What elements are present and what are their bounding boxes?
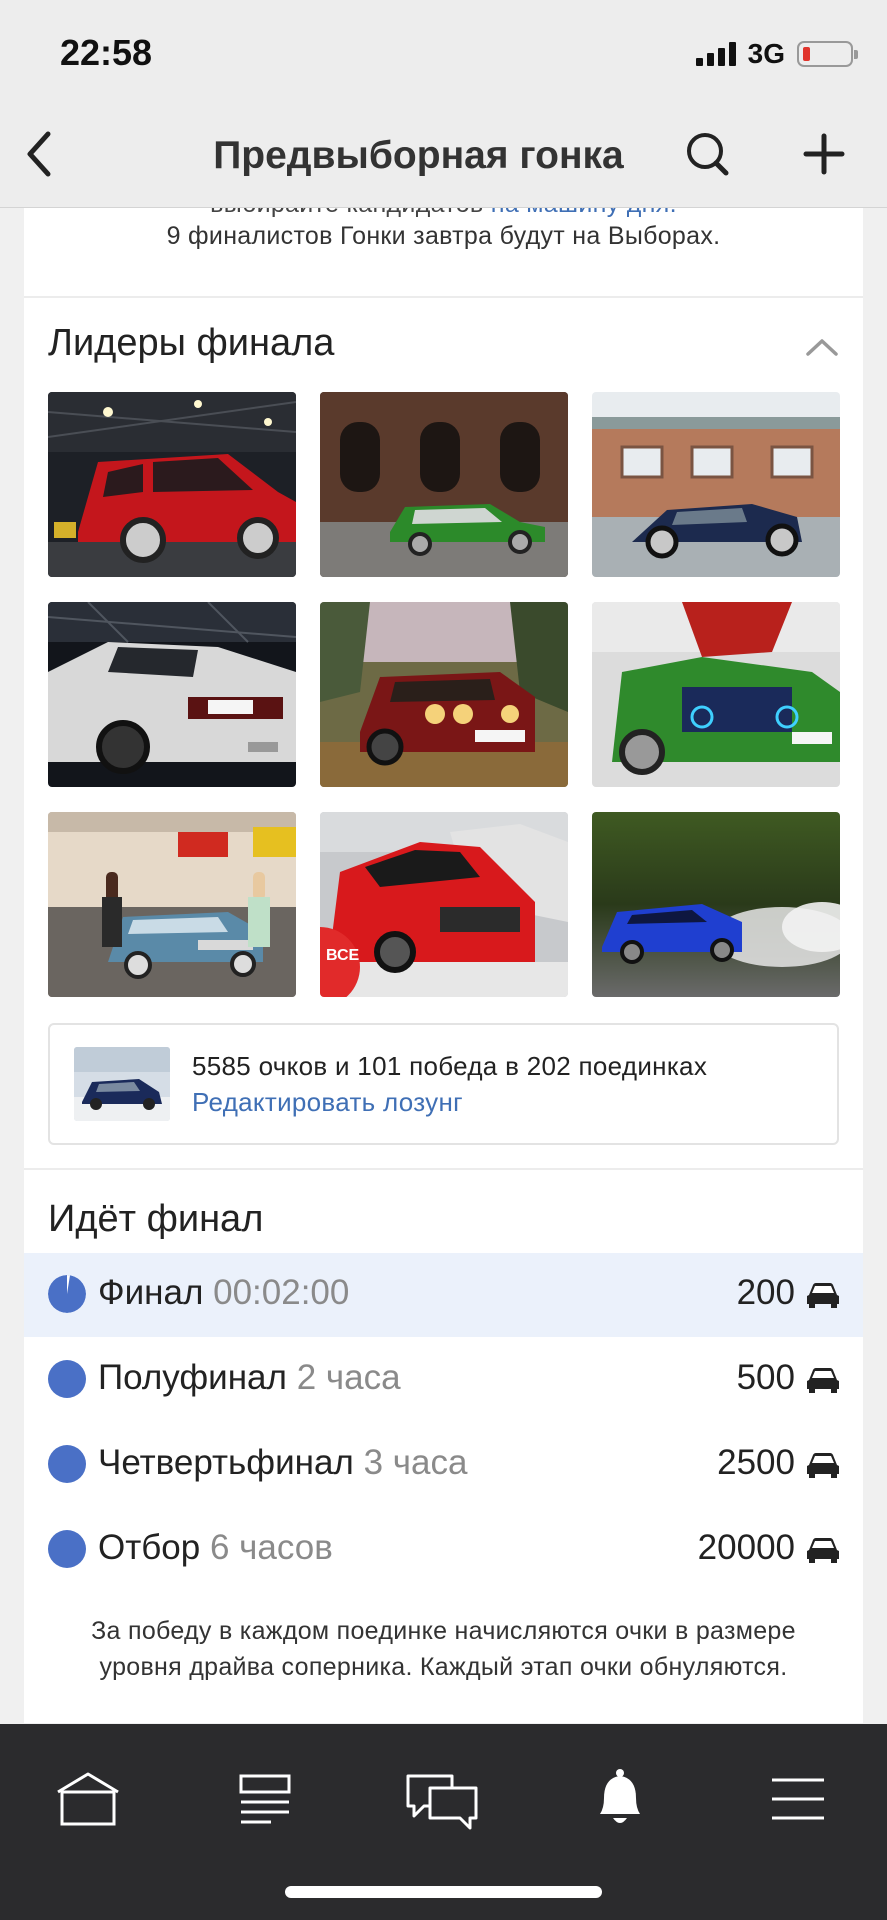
car-icon: [807, 1453, 839, 1478]
leader-photo-1[interactable]: [48, 392, 296, 577]
stage-name: Отбор 6 часов: [98, 1528, 333, 1568]
stage-row-final[interactable]: Финал 00:02:00 200: [24, 1253, 863, 1337]
car-icon: [807, 1368, 839, 1393]
intro-text: выбирайте кандидатов на машину дня. 9 фи…: [24, 208, 863, 296]
scoring-note-line1: За победу в каждом поединке начисляются …: [91, 1617, 796, 1645]
stage-label: Четвертьфинал: [98, 1443, 354, 1482]
scoring-note: За победу в каждом поединке начисляются …: [24, 1613, 863, 1685]
intro-cut-line: выбирайте кандидатов на машину дня.: [24, 208, 863, 219]
status-bar: 22:58 3G: [0, 0, 887, 100]
stage-label: Полуфинал: [98, 1358, 287, 1397]
network-type: 3G: [747, 38, 785, 69]
stage-time: 6 часов: [209, 1528, 333, 1567]
stage-dot: [48, 1360, 86, 1398]
timer-pie-icon: [48, 1275, 86, 1313]
stage-count: 500: [736, 1358, 795, 1397]
stage-time: 3 часа: [363, 1443, 468, 1482]
edit-slogan-link[interactable]: Редактировать лозунг: [192, 1087, 463, 1118]
divider: [24, 296, 863, 298]
messages-icon[interactable]: [402, 1764, 482, 1834]
feed-icon[interactable]: [225, 1764, 305, 1834]
leader-photo-2[interactable]: [320, 392, 568, 577]
leader-photo-7[interactable]: [48, 812, 296, 997]
stage-time: 2 часа: [296, 1358, 401, 1397]
my-car-thumbnail[interactable]: [74, 1047, 170, 1121]
stage-row-semifinal[interactable]: Полуфинал 2 часа 500: [24, 1338, 863, 1422]
stage-row-qualification[interactable]: Отбор 6 часов 20000: [24, 1508, 863, 1592]
stage-name: Финал 00:02:00: [98, 1273, 349, 1313]
stage-label: Отбор: [98, 1528, 201, 1567]
home-indicator[interactable]: [285, 1886, 602, 1898]
stage-count: 2500: [717, 1443, 795, 1482]
search-icon[interactable]: [680, 126, 736, 182]
stage-dot: [48, 1530, 86, 1568]
stage-count: 200: [736, 1273, 795, 1312]
home-icon[interactable]: [48, 1764, 128, 1834]
stage-time: 00:02:00: [213, 1273, 350, 1312]
nav-bar: Предвыборная гонка: [0, 100, 887, 208]
intro-line: 9 финалистов Гонки завтра будут на Выбор…: [166, 222, 721, 250]
car-icon: [807, 1283, 839, 1308]
stage-row-quarterfinal[interactable]: Четвертьфинал 3 часа 2500: [24, 1423, 863, 1507]
svg-text:ВСЕ: ВСЕ: [326, 947, 360, 964]
notifications-bell-icon[interactable]: [580, 1764, 660, 1834]
stage-count: 20000: [697, 1528, 795, 1567]
scoring-note-line2: уровня драйва соперника. Каждый этап очк…: [99, 1653, 788, 1681]
slogan-card: 5585 очков и 101 победа в 202 поединках …: [48, 1023, 839, 1145]
stages-title: Идёт финал: [48, 1198, 264, 1240]
leader-photo-5[interactable]: [320, 602, 568, 787]
leader-photo-6[interactable]: [592, 602, 840, 787]
intro-cut-text: выбирайте кандидатов: [210, 208, 491, 218]
divider: [24, 1168, 863, 1170]
race-content: выбирайте кандидатов на машину дня. 9 фи…: [24, 208, 863, 1723]
slogan-stats: 5585 очков и 101 победа в 202 поединках: [192, 1051, 708, 1081]
stage-label: Финал: [98, 1273, 204, 1312]
leader-photo-8[interactable]: ВСЕ: [320, 812, 568, 997]
menu-icon[interactable]: [758, 1764, 838, 1834]
leader-photo-3[interactable]: [592, 392, 840, 577]
add-icon[interactable]: [796, 126, 852, 182]
status-time: 22:58: [60, 32, 153, 73]
car-of-day-link[interactable]: на машину дня.: [491, 208, 677, 218]
page-title: Предвыборная гонка: [213, 134, 624, 177]
car-icon: [807, 1538, 839, 1563]
stage-dot: [48, 1445, 86, 1483]
leader-photo-4[interactable]: [48, 602, 296, 787]
status-indicators: 3G: [695, 38, 858, 70]
signal-icon: [695, 42, 736, 66]
stage-name: Четвертьфинал 3 часа: [98, 1443, 467, 1483]
collapse-chevron-icon[interactable]: [802, 332, 842, 362]
battery-icon: [797, 41, 858, 67]
stage-name: Полуфинал 2 часа: [98, 1358, 401, 1398]
leaders-title: Лидеры финала: [48, 322, 335, 364]
leader-photo-9[interactable]: [592, 812, 840, 997]
